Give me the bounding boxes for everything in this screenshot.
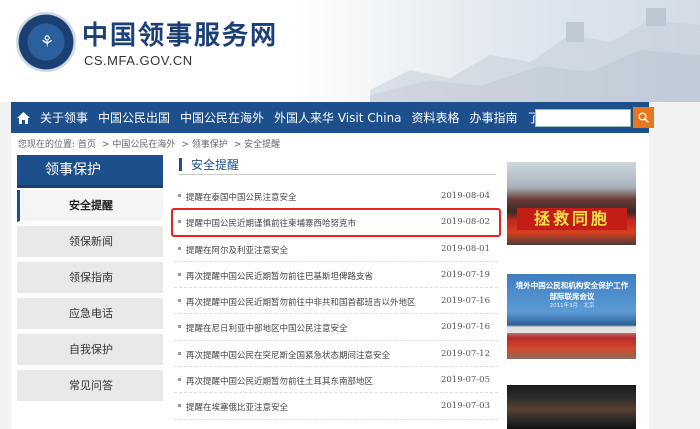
nav-item-forms[interactable]: 资料表格 <box>407 109 465 126</box>
sidebar-menu: 安全提醒 领保新闻 领保指南 应急电话 自我保护 常见问答 <box>17 190 163 402</box>
list-item-title[interactable]: 提醒在阿尔及利亚注意安全 <box>186 244 288 256</box>
search-button[interactable] <box>633 107 654 128</box>
sidebar-item-self-protection[interactable]: 自我保护 <box>17 334 163 366</box>
search-input[interactable] <box>535 109 631 127</box>
list-item-date: 2019-07-16 <box>440 322 490 333</box>
list-item-title[interactable]: 提醒在尼日利亚中部地区中国公民注意安全 <box>186 322 348 334</box>
photo-night-event[interactable] <box>507 385 636 429</box>
list-item-date: 2019-08-01 <box>440 243 490 254</box>
home-icon[interactable] <box>11 102 35 133</box>
bullet-icon <box>178 351 181 355</box>
nav-item-citizens-overseas[interactable]: 中国公民在海外 <box>175 109 269 126</box>
nav-item-visit-china[interactable]: 外国人来华 Visit China <box>269 109 406 126</box>
photo-meeting[interactable]: 境外中国公民和机构安全保护工作部际联席会议 2011年3月 · 北京 <box>507 274 636 359</box>
list-item-title[interactable]: 提醒中国公民近期谨慎前往柬埔寨西哈努克市 <box>186 217 356 229</box>
bullet-icon <box>178 194 181 197</box>
list-item-title[interactable]: 再次提醒中国公民近期暂勿前往巴基斯坦俾路支省 <box>186 270 373 282</box>
list-item-date: 2019-07-16 <box>440 296 490 307</box>
consular-emblem-logo[interactable]: ⚘ <box>16 12 76 72</box>
breadcrumb: 您现在的位置: 首页 > 中国公民在海外 > 领事保护 > 安全提醒 <box>18 140 281 150</box>
sidebar-item-safety-alerts[interactable]: 安全提醒 <box>17 190 163 222</box>
list-item-date: 2019-07-19 <box>440 269 490 280</box>
sidebar-title: 领事保护 <box>17 155 163 185</box>
list-item-title[interactable]: 提醒在泰国中国公民注意安全 <box>186 191 297 203</box>
list-item[interactable]: 再次提醒中国公民近期暂勿前往土耳其东南部地区 2019-07-05 <box>174 367 498 394</box>
breadcrumb-consular-protection[interactable]: 领事保护 <box>192 140 228 150</box>
list-item[interactable]: 再次提醒中国公民近期暂勿前往中非共和国首都班吉以外地区 2019-07-16 <box>174 288 498 315</box>
meeting-title: 境外中国公民和机构安全保护工作部际联席会议 <box>515 281 629 301</box>
great-wall-background <box>370 8 700 102</box>
content-area: 您现在的位置: 首页 > 中国公民在海外 > 领事保护 > 安全提醒 领事保护 安全提… <box>11 133 649 429</box>
main-nav: 关于领事 中国公民出国 中国公民在海外 外国人来华 Visit China 资料… <box>11 102 654 133</box>
sidebar-title-underline <box>17 185 163 188</box>
sidebar-item-protection-news[interactable]: 领保新闻 <box>17 226 163 258</box>
photo-rescue-team[interactable]: 拯救同胞 <box>507 162 636 245</box>
alert-list: 提醒在泰国中国公民注意安全 2019-08-04 提醒中国公民近期谨慎前往柬埔寨西… <box>174 183 498 420</box>
section-heading: 安全提醒 <box>179 155 496 175</box>
bullet-icon <box>178 325 181 329</box>
list-item[interactable]: 再次提醒中国公民在突尼斯全国紧急状态期间注意安全 2019-07-12 <box>174 341 498 368</box>
list-item[interactable]: 提醒在埃塞俄比亚注意安全 2019-07-03 <box>174 393 498 420</box>
photo-banner-text: 拯救同胞 <box>517 208 627 230</box>
list-item[interactable]: 提醒在尼日利亚中部地区中国公民注意安全 2019-07-16 <box>174 314 498 341</box>
page-title: 安全提醒 <box>191 158 240 172</box>
breadcrumb-home[interactable]: 您现在的位置: 首页 <box>18 140 96 150</box>
nav-item-about-consular[interactable]: 关于领事 <box>35 109 93 126</box>
bullet-icon <box>178 272 181 276</box>
list-item-date: 2019-07-05 <box>440 375 490 386</box>
site-url: CS.MFA.GOV.CN <box>84 53 193 68</box>
nav-item-citizens-abroad-travel[interactable]: 中国公民出国 <box>93 109 175 126</box>
list-item-date: 2019-08-02 <box>440 217 490 228</box>
list-item-date: 2019-08-04 <box>440 191 490 201</box>
bullet-icon <box>178 404 181 408</box>
list-item[interactable]: 提醒在阿尔及利亚注意安全 2019-08-01 <box>174 236 498 262</box>
bullet-icon <box>178 378 181 382</box>
bullet-icon <box>178 246 181 250</box>
list-item-title[interactable]: 再次提醒中国公民近期暂勿前往中非共和国首都班吉以外地区 <box>186 296 416 308</box>
list-item-title[interactable]: 再次提醒中国公民在突尼斯全国紧急状态期间注意安全 <box>186 349 390 361</box>
list-item-date: 2019-07-03 <box>440 401 490 412</box>
site-title[interactable]: 中国领事服务网 <box>82 15 278 52</box>
list-item[interactable]: 再次提醒中国公民近期暂勿前往巴基斯坦俾路支省 2019-07-19 <box>174 262 498 289</box>
list-item-title[interactable]: 提醒在埃塞俄比亚注意安全 <box>186 401 288 413</box>
heading-accent-bar <box>179 158 182 171</box>
meeting-subtitle: 2011年3月 · 北京 <box>549 303 595 309</box>
site-header: ⚘ 中国领事服务网 CS.MFA.GOV.CN <box>0 0 700 102</box>
list-item[interactable]: 提醒中国公民近期谨慎前往柬埔寨西哈努克市 2019-08-02 <box>174 209 498 236</box>
sidebar-item-protection-guide[interactable]: 领保指南 <box>17 262 163 294</box>
sidebar-item-emergency-phone[interactable]: 应急电话 <box>17 298 163 330</box>
sidebar-item-faq[interactable]: 常见问答 <box>17 370 163 402</box>
emblem-mark-icon: ⚘ <box>39 32 55 51</box>
list-item-title[interactable]: 再次提醒中国公民近期暂勿前往土耳其东南部地区 <box>186 375 373 387</box>
search-icon <box>638 112 649 123</box>
meeting-stage <box>507 327 636 333</box>
breadcrumb-citizens-overseas[interactable]: 中国公民在海外 <box>112 140 175 150</box>
list-item-date: 2019-07-12 <box>440 348 490 359</box>
nav-item-guide[interactable]: 办事指南 <box>465 109 523 126</box>
bullet-icon <box>178 220 181 224</box>
breadcrumb-safety-alerts[interactable]: 安全提醒 <box>244 140 280 150</box>
list-item[interactable]: 提醒在泰国中国公民注意安全 2019-08-04 <box>174 183 498 210</box>
bullet-icon <box>178 299 181 303</box>
